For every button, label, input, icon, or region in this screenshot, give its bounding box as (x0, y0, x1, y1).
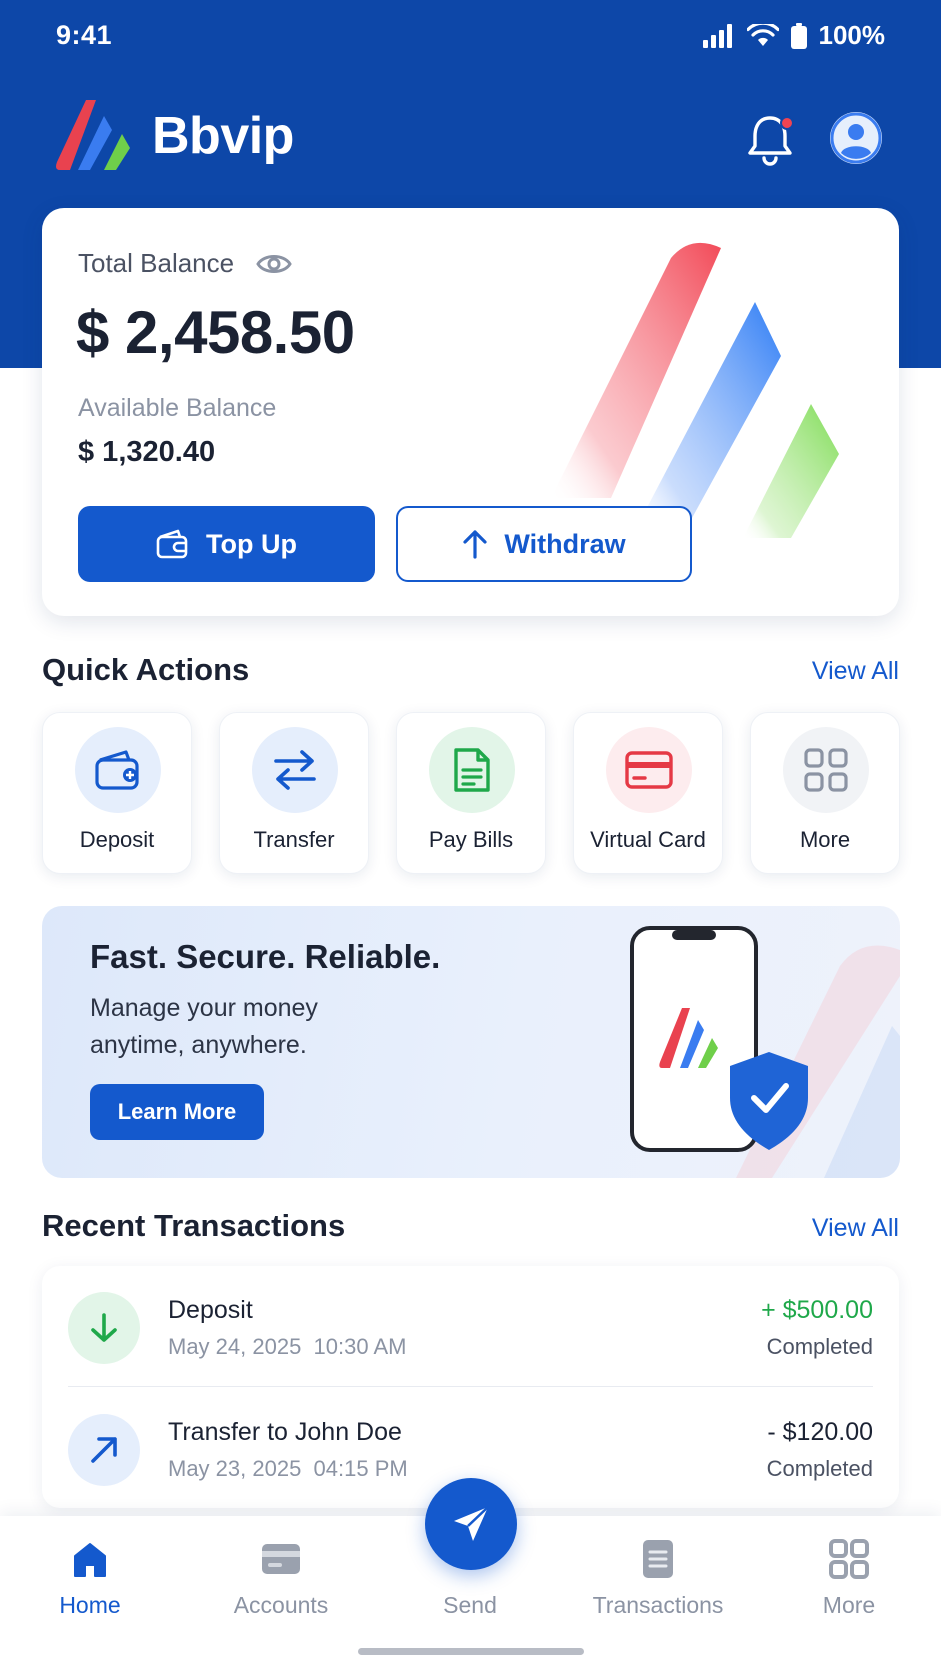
card-icon-wrap (606, 727, 692, 813)
available-balance-amount: $ 1,320.40 (78, 436, 216, 468)
more-icon-wrap (783, 727, 869, 813)
status-bar: 9:41 100% (0, 0, 941, 76)
transactions-list: Deposit May 24, 2025 10:30 AM + $500.00 … (42, 1266, 899, 1508)
nav-label: Send (443, 1592, 497, 1618)
promo-banner: Fast. Secure. Reliable. Manage your mone… (42, 906, 900, 1178)
profile-avatar[interactable] (830, 112, 882, 164)
quick-actions-row: Deposit Transfer Pay Bills Virtual Card … (42, 712, 900, 874)
transfer-icon-wrap (68, 1414, 140, 1486)
nav-more[interactable]: More (769, 1538, 929, 1628)
battery-percentage: 100% (818, 20, 886, 50)
withdraw-button[interactable]: Withdraw (396, 506, 692, 582)
bill-icon-wrap (429, 727, 515, 813)
nav-accounts[interactable]: Accounts (201, 1538, 361, 1628)
transaction-date: May 23, 2025 04:15 PM (168, 1456, 408, 1481)
transaction-row[interactable]: Deposit May 24, 2025 10:30 AM + $500.00 … (42, 1266, 899, 1387)
grid-icon (829, 1539, 869, 1579)
nav-label: More (822, 1592, 876, 1618)
arrow-up-right-icon (91, 1437, 117, 1463)
wallet-icon (95, 750, 139, 790)
signal-icon (702, 23, 732, 48)
transactions-icon (643, 1540, 673, 1578)
transaction-title: Transfer to John Doe (168, 1418, 402, 1446)
quick-action-label: Transfer (253, 827, 335, 852)
quick-action-more[interactable]: More (750, 712, 900, 874)
send-icon (454, 1506, 489, 1541)
promo-subtitle: Manage your money anytime, anywhere. (90, 994, 318, 1059)
app-logo (56, 100, 130, 170)
transaction-status: Completed (766, 1334, 873, 1359)
total-balance-row: Total Balance (78, 248, 292, 279)
accounts-icon (262, 1544, 300, 1574)
notifications-button[interactable] (744, 110, 796, 166)
transaction-status: Completed (766, 1456, 873, 1481)
quick-action-label: Virtual Card (590, 827, 706, 852)
quick-action-transfer[interactable]: Transfer (219, 712, 369, 874)
bill-icon (454, 748, 490, 792)
phone-shield-illustration (630, 926, 900, 1178)
divider (68, 1386, 873, 1387)
arrow-down-icon (91, 1313, 117, 1342)
card-icon (625, 751, 673, 789)
transaction-amount: + $500.00 (761, 1296, 873, 1324)
battery-icon (790, 22, 807, 49)
eye-icon[interactable] (256, 252, 292, 276)
total-balance-label: Total Balance (78, 248, 235, 278)
home-icon (74, 1543, 106, 1577)
quick-action-deposit[interactable]: Deposit (42, 712, 192, 874)
user-icon (830, 112, 882, 164)
withdraw-label: Withdraw (504, 528, 626, 559)
transaction-date: May 24, 2025 10:30 AM (168, 1334, 407, 1359)
quick-action-label: More (799, 827, 851, 852)
status-time: 9:41 (56, 20, 113, 50)
learn-more-button[interactable]: Learn More (90, 1084, 264, 1140)
wallet-icon (156, 529, 188, 559)
transfer-icon (274, 750, 316, 790)
total-balance-amount: $ 2,458.50 (76, 299, 355, 366)
transactions-view-all[interactable]: View All (812, 1214, 899, 1243)
quick-action-pay-bills[interactable]: Pay Bills (396, 712, 546, 874)
quick-action-label: Pay Bills (428, 827, 514, 852)
wifi-icon (746, 23, 779, 46)
quick-actions-title: Quick Actions (42, 652, 250, 687)
quick-actions-view-all[interactable]: View All (812, 657, 899, 686)
send-fab-button[interactable] (425, 1478, 517, 1570)
grid-icon (804, 748, 848, 792)
promo-title: Fast. Secure. Reliable. (90, 938, 441, 975)
transaction-amount: - $120.00 (767, 1418, 873, 1446)
balance-card: Total Balance $ 2,458.50 Available Balan… (42, 208, 899, 616)
quick-action-label: Deposit (79, 827, 155, 852)
arrow-up-icon (463, 530, 487, 559)
transfer-icon-wrap (252, 727, 338, 813)
quick-action-virtual-card[interactable]: Virtual Card (573, 712, 723, 874)
nav-label: Accounts (233, 1592, 329, 1618)
notification-dot (780, 116, 794, 130)
nav-label: Transactions (592, 1592, 724, 1618)
nav-home[interactable]: Home (10, 1538, 170, 1628)
top-up-button[interactable]: Top Up (78, 506, 375, 582)
available-balance-label: Available Balance (78, 394, 277, 422)
recent-transactions-title: Recent Transactions (42, 1208, 346, 1243)
nav-label: Home (59, 1592, 121, 1618)
deposit-icon-wrap (75, 727, 161, 813)
home-indicator (358, 1648, 584, 1655)
deposit-icon-wrap (68, 1292, 140, 1364)
nav-transactions[interactable]: Transactions (578, 1538, 738, 1628)
transaction-title: Deposit (168, 1296, 253, 1324)
app-name: Bbvip (152, 107, 294, 165)
top-up-label: Top Up (206, 528, 297, 559)
status-icons: 100% (702, 20, 886, 51)
